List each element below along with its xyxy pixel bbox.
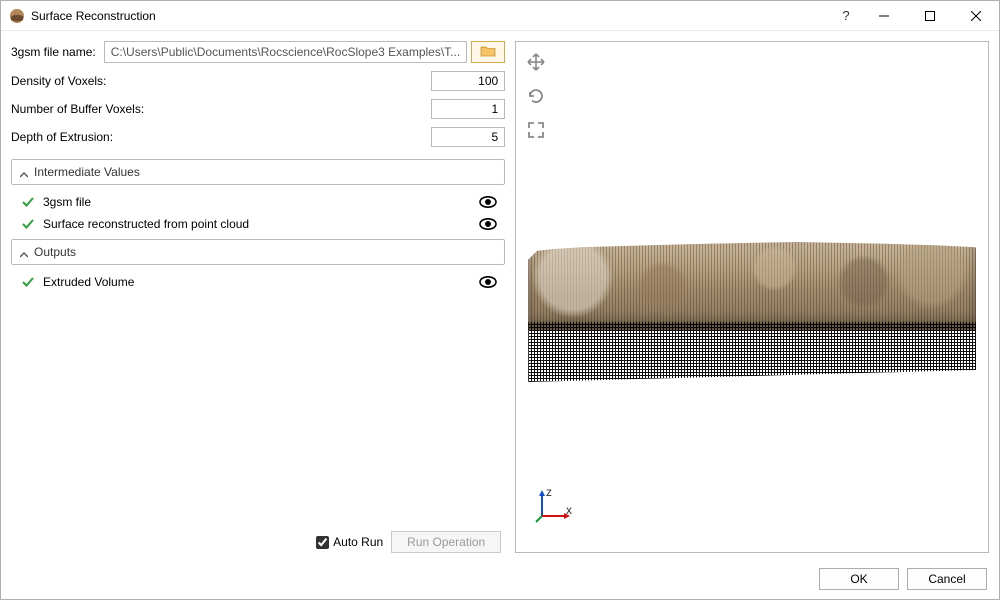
dialog-footer: OK Cancel (1, 559, 999, 599)
pan-tool[interactable] (524, 50, 548, 74)
buffer-voxels-input[interactable] (431, 99, 505, 119)
reconstructed-volume-preview (528, 242, 976, 372)
ok-button[interactable]: OK (819, 568, 899, 590)
check-icon (21, 217, 35, 231)
run-operation-button: Run Operation (391, 531, 501, 553)
visibility-toggle[interactable] (479, 275, 497, 289)
depth-extrusion-input[interactable] (431, 127, 505, 147)
density-label: Density of Voxels: (11, 74, 431, 88)
check-icon (21, 275, 35, 289)
axis-gizmo[interactable]: z x (534, 484, 574, 524)
app-icon (9, 8, 25, 24)
buffer-voxels-label: Number of Buffer Voxels: (11, 102, 431, 116)
item-label: Extruded Volume (43, 275, 479, 289)
density-input[interactable] (431, 71, 505, 91)
reset-view-tool[interactable] (524, 84, 548, 108)
list-item: 3gsm file (11, 191, 505, 213)
file-path-input[interactable]: C:\Users\Public\Documents\Rocscience\Roc… (104, 41, 467, 63)
depth-extrusion-label: Depth of Extrusion: (11, 130, 431, 144)
browse-button[interactable] (471, 41, 505, 63)
file-name-label: 3gsm file name: (11, 45, 104, 59)
cancel-button[interactable]: Cancel (907, 568, 987, 590)
auto-run-checkbox-label: Auto Run (316, 535, 383, 549)
chevron-up-icon (20, 248, 28, 256)
intermediate-values-header[interactable]: Intermediate Values (11, 159, 505, 185)
folder-icon (480, 44, 496, 61)
auto-run-checkbox[interactable] (316, 536, 329, 549)
svg-text:x: x (566, 503, 572, 517)
help-button[interactable]: ? (831, 1, 861, 31)
dialog-window: Surface Reconstruction ? 3gsm file name:… (0, 0, 1000, 600)
window-title: Surface Reconstruction (31, 9, 156, 23)
svg-text:z: z (546, 485, 552, 499)
close-button[interactable] (953, 1, 999, 31)
visibility-toggle[interactable] (479, 217, 497, 231)
settings-panel: 3gsm file name: C:\Users\Public\Document… (11, 41, 505, 553)
maximize-button[interactable] (907, 1, 953, 31)
titlebar: Surface Reconstruction ? (1, 1, 999, 31)
chevron-up-icon (20, 168, 28, 176)
outputs-header[interactable]: Outputs (11, 239, 505, 265)
item-label: 3gsm file (43, 195, 479, 209)
preview-viewport[interactable]: z x (515, 41, 989, 553)
visibility-toggle[interactable] (479, 195, 497, 209)
item-label: Surface reconstructed from point cloud (43, 217, 479, 231)
fit-view-tool[interactable] (524, 118, 548, 142)
list-item: Surface reconstructed from point cloud (11, 213, 505, 235)
check-icon (21, 195, 35, 209)
dialog-body: 3gsm file name: C:\Users\Public\Document… (1, 31, 999, 599)
minimize-button[interactable] (861, 1, 907, 31)
list-item: Extruded Volume (11, 271, 505, 293)
